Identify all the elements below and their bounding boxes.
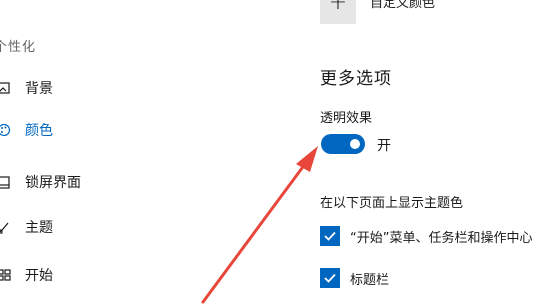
annotation-arrow <box>201 146 318 304</box>
